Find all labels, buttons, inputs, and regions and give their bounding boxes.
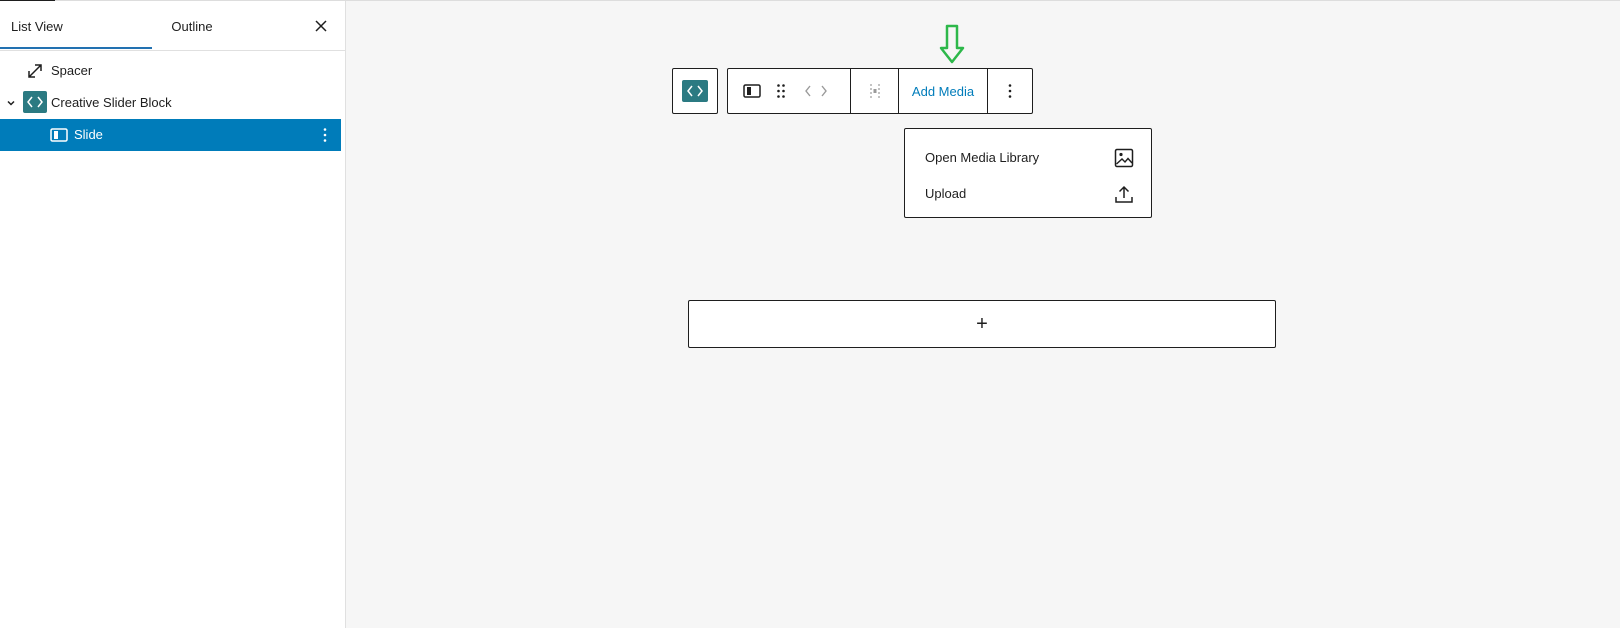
tab-outline[interactable]: Outline xyxy=(152,1,232,49)
code-brackets-icon xyxy=(682,80,708,102)
media-dropdown-menu: Open Media Library Upload xyxy=(904,128,1152,218)
slide-column-icon xyxy=(50,127,68,143)
add-media-button[interactable]: Add Media xyxy=(899,69,987,113)
close-sidebar-button[interactable] xyxy=(310,15,332,37)
more-options-button[interactable] xyxy=(988,69,1032,113)
plus-icon: + xyxy=(976,313,988,335)
align-button[interactable] xyxy=(852,69,898,113)
move-arrows-icon xyxy=(805,85,827,97)
code-brackets-icon xyxy=(23,91,47,113)
menu-item-upload[interactable]: Upload xyxy=(906,177,1150,211)
upload-icon xyxy=(1112,182,1136,206)
image-icon xyxy=(1112,146,1136,170)
toolbar-separator xyxy=(850,69,851,113)
move-arrows-button[interactable] xyxy=(800,69,832,113)
menu-item-open-media-library[interactable]: Open Media Library xyxy=(906,141,1150,175)
list-item-creative-slider-block[interactable]: Creative Slider Block xyxy=(0,87,341,119)
list-item-spacer[interactable]: Spacer xyxy=(0,55,341,87)
block-switcher-button[interactable] xyxy=(672,68,718,114)
spacer-resize-icon xyxy=(25,61,45,81)
list-view-sidebar: List View Outline Spacer Creative Slider… xyxy=(0,1,346,628)
sidebar-tabs: List View Outline xyxy=(0,1,345,51)
align-icon xyxy=(870,84,880,98)
add-block-button[interactable]: + xyxy=(688,300,1276,348)
chevron-down-icon[interactable] xyxy=(5,96,17,110)
close-icon xyxy=(315,20,327,32)
menu-item-label: Upload xyxy=(925,186,967,201)
list-item-label: Spacer xyxy=(51,63,93,78)
slide-column-icon xyxy=(743,84,761,98)
more-options-icon xyxy=(1008,84,1012,98)
list-item-label: Creative Slider Block xyxy=(51,95,172,110)
list-item-slide[interactable]: Slide xyxy=(0,119,341,151)
drag-handle-icon xyxy=(777,84,785,98)
menu-item-label: Open Media Library xyxy=(925,150,1040,165)
drag-handle-button[interactable] xyxy=(770,69,792,113)
more-options-icon[interactable] xyxy=(320,125,330,145)
slide-parent-button[interactable] xyxy=(738,69,766,113)
list-item-label: Slide xyxy=(74,127,103,142)
tab-list-view[interactable]: List View xyxy=(0,1,152,49)
down-arrow-icon xyxy=(939,24,965,64)
block-toolbar: Add Media xyxy=(727,68,1033,114)
